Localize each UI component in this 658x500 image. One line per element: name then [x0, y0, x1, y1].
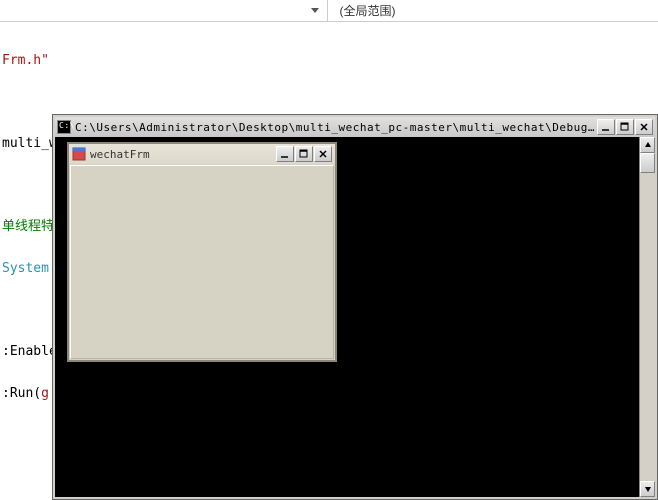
console-icon: C:\: [57, 120, 71, 134]
minimize-icon: [601, 122, 611, 132]
close-icon: [318, 149, 328, 159]
scroll-track[interactable]: [640, 153, 655, 481]
code-arg: g: [41, 386, 49, 401]
console-controls: [597, 119, 653, 135]
close-icon: [639, 122, 649, 132]
scope-label: (全局范围): [340, 2, 396, 19]
minimize-icon: [280, 149, 290, 159]
code-text: :Enable: [2, 344, 57, 359]
form-titlebar[interactable]: wechatFrm: [69, 144, 335, 164]
form-window[interactable]: wechatFrm: [67, 142, 337, 362]
maximize-icon: [620, 122, 630, 132]
editor-scope-bar: (全局范围): [0, 0, 658, 22]
maximize-icon: [299, 149, 309, 159]
scope-dropdown-right[interactable]: (全局范围): [328, 0, 658, 21]
maximize-button[interactable]: [616, 119, 634, 135]
form-title: wechatFrm: [90, 148, 276, 161]
code-text: :Run(: [2, 386, 41, 401]
scroll-up-button[interactable]: [640, 137, 655, 153]
chevron-up-icon: [644, 141, 652, 149]
form-icon: [72, 147, 86, 161]
maximize-button[interactable]: [295, 146, 313, 162]
console-body: wechatFrm: [55, 137, 655, 497]
console-scrollbar[interactable]: [639, 137, 655, 497]
form-controls: [276, 146, 332, 162]
minimize-button[interactable]: [276, 146, 294, 162]
scope-dropdown-left[interactable]: [0, 0, 328, 21]
close-button[interactable]: [635, 119, 653, 135]
chevron-down-icon: [644, 485, 652, 493]
code-text: Frm.h": [2, 53, 49, 68]
chevron-down-icon: [311, 8, 319, 13]
form-client-area[interactable]: [70, 165, 334, 359]
close-button[interactable]: [314, 146, 332, 162]
scroll-thumb[interactable]: [640, 153, 655, 173]
minimize-button[interactable]: [597, 119, 615, 135]
console-window[interactable]: C:\ C:\Users\Administrator\Desktop\multi…: [53, 115, 657, 499]
console-title: C:\Users\Administrator\Desktop\multi_wec…: [75, 121, 597, 134]
scroll-down-button[interactable]: [640, 481, 655, 497]
console-titlebar[interactable]: C:\ C:\Users\Administrator\Desktop\multi…: [55, 117, 655, 137]
